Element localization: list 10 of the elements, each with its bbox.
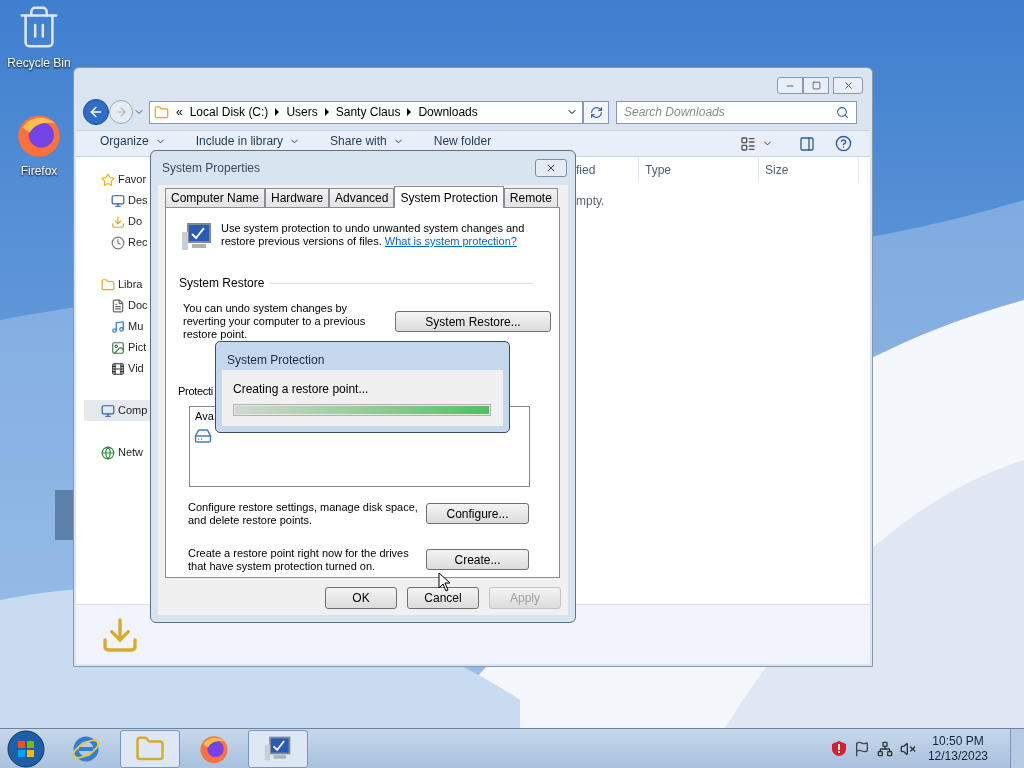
dialog-title: System Protection xyxy=(226,352,326,369)
restore-description: You can undo system changes by reverting your computer to a previous restore point. xyxy=(183,302,367,341)
configure-description: Configure restore settings, manage disk space, and delete restore points. xyxy=(188,500,419,527)
section-heading: Protecti xyxy=(178,384,213,399)
dialog-title: System Properties xyxy=(162,160,261,177)
progress-message: Creating a restore point... xyxy=(233,381,370,398)
intro-text: Use system protection to undo unwanted system changes and restore previous versions of files. What is system protection? xyxy=(221,222,526,248)
empty-folder-message: mpty. xyxy=(576,194,605,208)
create-description: Create a restore point right now for the drives that have system protection turned on. xyxy=(188,546,410,573)
section-heading: System Restore xyxy=(179,275,265,292)
